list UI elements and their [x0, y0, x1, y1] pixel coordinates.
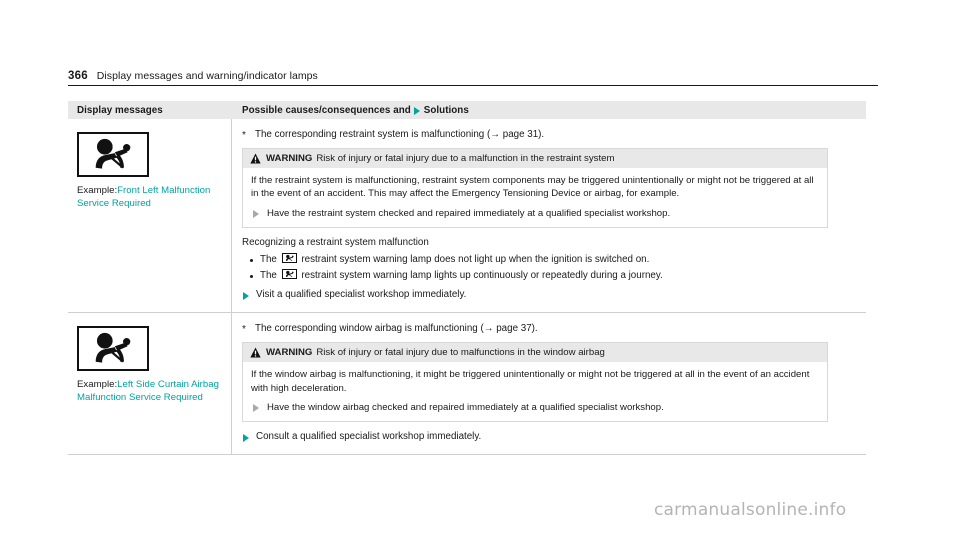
- page-title: Display messages and warning/indicator l…: [96, 70, 318, 82]
- solution-text: Consult a qualified specialist workshop …: [256, 431, 482, 443]
- warning-body-text: If the window airbag is malfunctioning, …: [251, 369, 810, 394]
- action-triangle-icon: [253, 209, 259, 218]
- example-label: Example:: [77, 379, 118, 391]
- bullet-text-after: restraint system warning lamp does not l…: [301, 254, 650, 266]
- warning-body-text: If the restraint system is malfunctionin…: [251, 175, 814, 200]
- table-row: Example:Front Left Malfunction Service R…: [68, 119, 866, 314]
- column-header-causes-solutions: Possible causes/consequences and Solutio…: [232, 105, 469, 116]
- column-header-display-messages-label: Display messages: [77, 104, 163, 116]
- bullet-dot-icon: [250, 274, 253, 278]
- column-header-display-messages: Display messages: [68, 105, 232, 116]
- asterisk-marker: *: [242, 130, 246, 141]
- action-triangle-icon: [253, 404, 259, 413]
- display-messages-table: Display messages Possible causes/consequ…: [68, 101, 866, 456]
- bullet-text: The restraint system warning lamp lights…: [260, 269, 663, 283]
- causes-solutions-cell: * The corresponding restraint system is …: [232, 119, 866, 312]
- warning-action-text: Have the window airbag checked and repai…: [267, 402, 664, 414]
- example-label: Example:: [77, 185, 118, 196]
- table-row: Example:Left Side Curtain Airbag Malfunc…: [68, 313, 866, 456]
- bullet-text: The restraint system warning lamp does n…: [260, 253, 649, 267]
- solution-action: Consult a qualified specialist workshop …: [242, 430, 856, 444]
- running-head: 366 Display messages and warning/indicat…: [68, 70, 878, 86]
- warning-headline: Risk of injury or fatal injury due to ma…: [316, 347, 605, 359]
- bullet-text-after: restraint system warning lamp lights up …: [301, 270, 663, 282]
- example-message: Example:Left Side Curtain Airbag Malfunc…: [77, 378, 223, 404]
- cause-label: The corresponding restraint system is ma…: [255, 129, 545, 140]
- warning-triangle-icon: [250, 153, 261, 163]
- solution-triangle-icon: [243, 291, 249, 300]
- warning-action: Have the window airbag checked and repai…: [251, 401, 818, 414]
- warning-header: WARNING Risk of injury or fatal injury du…: [243, 149, 827, 168]
- warning-action-text: Have the restraint system checked and re…: [267, 207, 671, 219]
- list-item: The restraint system warning lamp does n…: [242, 253, 856, 267]
- warning-body: If the window airbag is malfunctioning, …: [243, 362, 827, 421]
- site-watermark: carmanualsonline.info: [654, 500, 847, 520]
- bullet-text-before: The: [260, 254, 277, 266]
- restraint-system-warning-lamp-icon: [77, 132, 149, 177]
- column-header-solutions-label: Solutions: [423, 104, 469, 116]
- table-header-row: Display messages Possible causes/consequ…: [68, 101, 866, 119]
- solution-text: Visit a qualified specialist workshop im…: [256, 289, 467, 301]
- bullet-dot-icon: [250, 258, 253, 262]
- warning-action: Have the restraint system checked and re…: [251, 207, 818, 220]
- restraint-system-warning-lamp-icon: [77, 326, 149, 372]
- display-message-cell: Example:Left Side Curtain Airbag Malfunc…: [68, 313, 232, 455]
- warning-triangle-icon: [250, 347, 261, 358]
- cause-text: * The corresponding restraint system is …: [242, 128, 856, 141]
- warning-header-text: WARNING Risk of injury or fatal injury du…: [266, 152, 614, 165]
- restraint-system-warning-lamp-icon: [281, 269, 297, 280]
- section-title: Recognizing a restraint system malfuncti…: [242, 237, 429, 249]
- list-item: The restraint system warning lamp lights…: [242, 269, 856, 283]
- warning-headline: Risk of injury or fatal injury due to a …: [316, 153, 615, 164]
- restraint-system-warning-lamp-icon: [281, 253, 297, 264]
- bullet-text-before: The: [260, 270, 277, 282]
- warning-box: WARNING Risk of injury or fatal injury du…: [242, 342, 828, 423]
- page-number: 366: [68, 70, 88, 82]
- warning-box: WARNING Risk of injury or fatal injury du…: [242, 148, 828, 229]
- warning-header: WARNING Risk of injury or fatal injury du…: [243, 343, 827, 363]
- warning-header-text: WARNING Risk of injury or fatal injury du…: [266, 346, 605, 359]
- solution-triangle-icon: [243, 433, 249, 442]
- cause-text: * The corresponding window airbag is mal…: [242, 322, 856, 335]
- display-message-cell: Example:Front Left Malfunction Service R…: [68, 119, 232, 313]
- warning-word: WARNING: [266, 153, 313, 164]
- causes-solutions-cell: * The corresponding window airbag is mal…: [232, 313, 866, 454]
- solution-action: Visit a qualified specialist workshop im…: [242, 288, 856, 302]
- asterisk-marker: *: [242, 324, 246, 336]
- warning-word: WARNING: [266, 347, 313, 359]
- warning-body: If the restraint system is malfunctionin…: [243, 168, 827, 227]
- column-header-causes-label: Possible causes/consequences and: [242, 104, 411, 116]
- cause-label: The corresponding window airbag is malfu…: [255, 323, 538, 335]
- solutions-triangle-icon: [413, 106, 420, 115]
- example-message: Example:Front Left Malfunction Service R…: [77, 184, 223, 210]
